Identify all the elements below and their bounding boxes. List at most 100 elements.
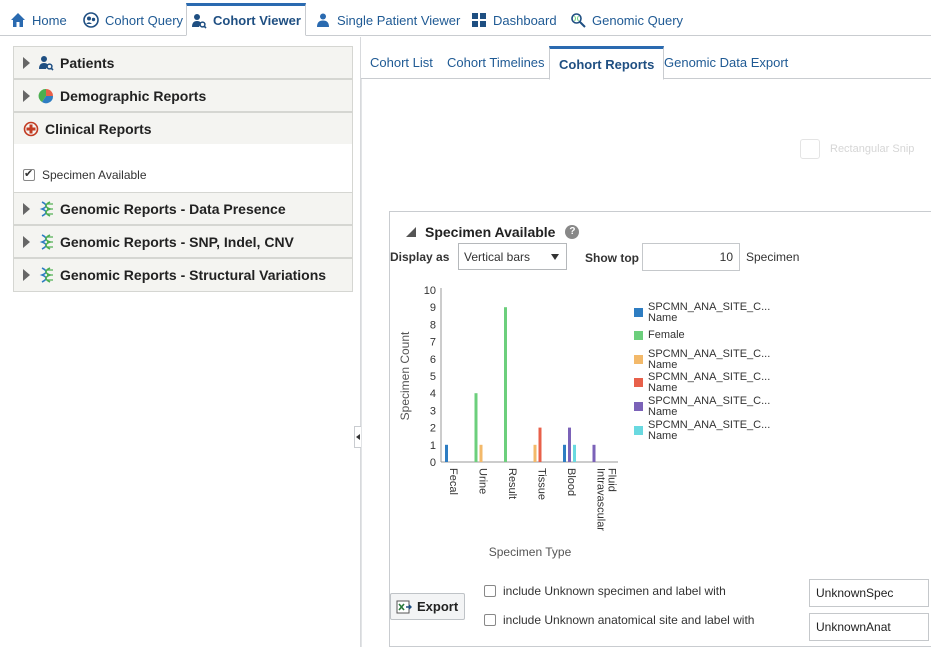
accordion-genomic-data-presence[interactable]: Genomic Reports - Data Presence: [13, 192, 353, 225]
chevron-down-icon: [551, 254, 559, 260]
x-tick-label: Urine: [477, 468, 489, 494]
bar: [533, 444, 537, 462]
nav-tab-home[interactable]: Home: [6, 4, 71, 36]
show-top-suffix: Specimen: [746, 250, 800, 264]
nav-tab-label: Dashboard: [493, 12, 557, 28]
export-button[interactable]: Export: [390, 593, 465, 620]
y-tick-label: 0: [430, 457, 436, 469]
accordion-genomic-snp-indel-cnv[interactable]: Genomic Reports - SNP, Indel, CNV: [13, 225, 353, 258]
bar: [573, 444, 576, 462]
expand-arrow-icon: [23, 269, 30, 281]
collapse-arrow-icon[interactable]: [406, 227, 416, 237]
accordion-patients[interactable]: Patients: [13, 46, 353, 79]
legend-label: Female: [648, 329, 685, 341]
tab-cohort-list[interactable]: Cohort List: [361, 46, 442, 79]
accordion-label: Genomic Reports - Structural Variations: [60, 267, 327, 283]
nav-tab-label: Cohort Viewer: [213, 13, 301, 28]
specimen-bar-chart: 0 1 2 3 4 5 6 7 8 9 10 Specimen Count Specimen Type F…: [398, 285, 618, 559]
accordion-label: Genomic Reports - SNP, Indel, CNV: [60, 233, 294, 250]
show-top-label: Show top: [585, 251, 639, 265]
accordion-label: Clinical Reports: [45, 120, 152, 137]
nav-tab-label: Genomic Query: [592, 12, 684, 28]
report-header[interactable]: Specimen Available ?: [406, 224, 580, 240]
select-value: Vertical bars: [464, 249, 531, 264]
dna-icon: [39, 200, 53, 217]
specimen-available-option[interactable]: Specimen Available: [23, 167, 147, 182]
expand-arrow-icon: [23, 56, 30, 69]
snip-icon: [800, 139, 820, 159]
x-axis-title: Specimen Type: [489, 545, 572, 559]
x-tick-label: Result: [506, 468, 518, 499]
x-tick-label: Intravascular: [595, 468, 607, 531]
y-tick-label: 7: [430, 337, 436, 349]
bar: [568, 427, 571, 462]
expand-arrow-icon: [23, 202, 30, 215]
report-subtabs: Cohort List Cohort Timelines Cohort Repo…: [361, 46, 931, 80]
legend-swatch: [634, 426, 643, 435]
accordion-label: Demographic Reports: [60, 87, 207, 104]
pie-chart-icon: [38, 88, 54, 103]
bar: [479, 444, 483, 462]
unknown-specimen-input[interactable]: UnknownSpec: [809, 579, 929, 607]
display-as-select[interactable]: Vertical bars: [458, 243, 567, 270]
snip-overlay: Rectangular Snip: [800, 139, 914, 159]
show-top-input[interactable]: 10: [642, 243, 740, 271]
tab-cohort-reports[interactable]: Cohort Reports: [549, 46, 665, 80]
bar: [474, 393, 478, 462]
accordion-label: Genomic Reports - Data Presence: [60, 200, 286, 217]
legend-label: SPCMN_ANA_SITE_C... Name: [648, 348, 771, 371]
legend-label: SPCMN_ANA_SITE_C... Name: [648, 371, 771, 394]
dna-icon: [39, 267, 53, 283]
clinical-reports-body: Specimen Available: [13, 144, 353, 192]
legend-swatch: [634, 308, 643, 317]
medical-cross-icon: [23, 121, 39, 136]
x-tick-label: Tissue: [536, 468, 548, 500]
nav-tab-label: Single Patient Viewer: [337, 12, 461, 28]
y-tick-label: 1: [430, 440, 436, 452]
excel-export-icon: [396, 600, 412, 613]
bar: [563, 444, 566, 462]
specimen-available-checkbox[interactable]: [23, 167, 35, 181]
display-as-label: Display as: [390, 250, 450, 264]
export-label: Export: [417, 599, 459, 614]
users-icon: [83, 12, 99, 28]
grid-icon: [472, 13, 486, 27]
y-tick-label: 2: [430, 423, 436, 435]
legend-swatch: [634, 331, 643, 340]
accordion-label: Patients: [60, 54, 115, 71]
help-icon[interactable]: ?: [565, 225, 580, 239]
unknown-specimen-checkbox[interactable]: [484, 585, 496, 597]
nav-tab-genomic-query[interactable]: Genomic Query: [566, 4, 687, 36]
unknown-anat-label: include Unknown anatomical site and labe…: [503, 613, 755, 627]
tab-label: Genomic Data Export: [664, 55, 789, 70]
accordion-genomic-structural-variations[interactable]: Genomic Reports - Structural Variations: [13, 258, 353, 292]
y-tick-label: 5: [430, 371, 436, 383]
unknown-specimen-option[interactable]: include Unknown specimen and label with: [484, 584, 726, 598]
legend-label: SPCMN_ANA_SITE_C... Name: [648, 395, 771, 418]
y-tick-label: 4: [430, 388, 436, 400]
y-tick-label: 10: [424, 285, 436, 297]
nav-tab-single-patient-viewer[interactable]: Single Patient Viewer: [311, 4, 464, 36]
nav-tab-cohort-viewer[interactable]: Cohort Viewer: [186, 3, 306, 36]
accordion-clinical-reports[interactable]: Clinical Reports: [13, 112, 353, 145]
home-icon: [11, 13, 25, 27]
y-tick-label: 8: [430, 319, 436, 331]
nav-tab-cohort-query[interactable]: Cohort Query: [79, 4, 187, 36]
y-tick-label: 6: [430, 354, 436, 366]
tab-cohort-timelines[interactable]: Cohort Timelines: [438, 46, 554, 79]
x-tick-label: Fecal: [447, 468, 459, 495]
tab-genomic-data-export[interactable]: Genomic Data Export: [655, 46, 797, 79]
nav-tab-label: Cohort Query: [105, 12, 184, 28]
unknown-anat-checkbox[interactable]: [484, 614, 496, 626]
dna-icon: [39, 233, 53, 250]
user-search-icon: [192, 13, 207, 29]
nav-tab-dashboard[interactable]: Dashboard: [467, 4, 561, 36]
accordion-demographic-reports[interactable]: Demographic Reports: [13, 79, 353, 112]
bar: [504, 307, 507, 462]
x-tick-label: Blood: [565, 468, 577, 496]
unknown-anat-option[interactable]: include Unknown anatomical site and labe…: [484, 613, 754, 627]
unknown-anat-input[interactable]: UnknownAnat: [809, 613, 929, 641]
tab-label: Cohort Timelines: [447, 55, 545, 70]
bar: [592, 444, 596, 462]
bar: [538, 427, 542, 462]
